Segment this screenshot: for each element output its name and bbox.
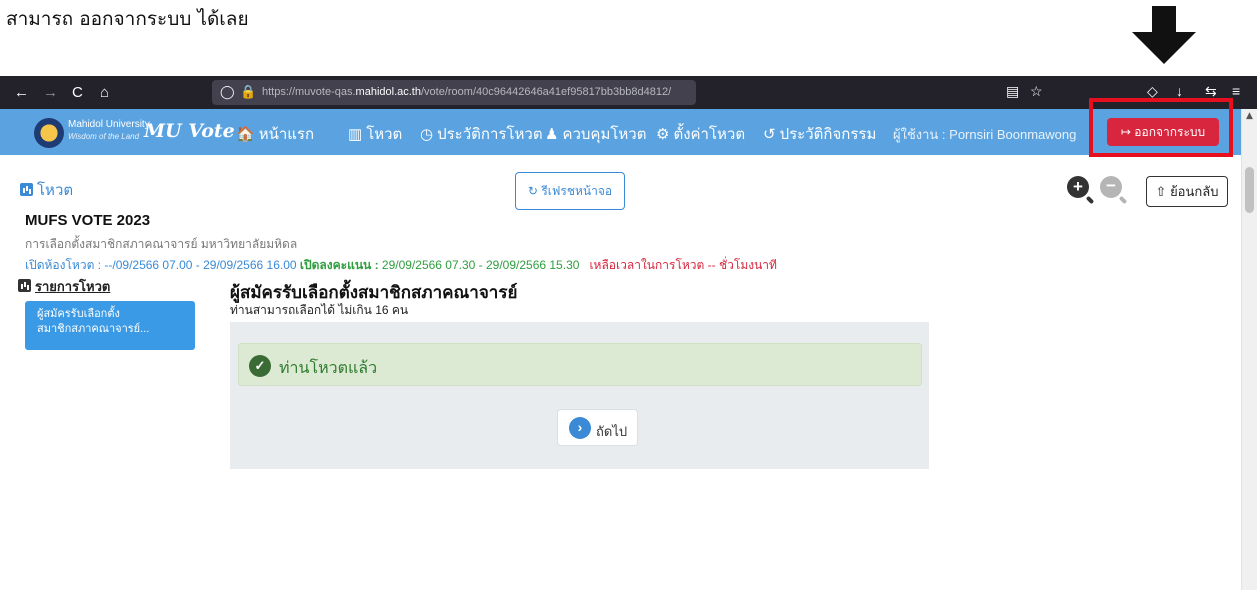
person-icon: ♟	[545, 126, 559, 143]
section-title: โหวต	[20, 178, 73, 202]
vote-list-heading: รายการโหวต	[18, 276, 110, 297]
vote-panel: ✓ ท่านโหวตแล้ว › ถัดไป	[230, 322, 929, 469]
reader-view-icon[interactable]: ▤	[1006, 83, 1019, 100]
menu-icon[interactable]: ≡	[1232, 83, 1240, 99]
url-text: https://muvote-qas.mahidol.ac.th/vote/ro…	[262, 86, 672, 98]
down-arrow-annotation	[1132, 6, 1196, 64]
home-icon: 🏠	[236, 126, 255, 143]
chart-icon	[18, 279, 31, 292]
back-button[interactable]: ⇧ ย้อนกลับ	[1146, 176, 1228, 207]
home-icon[interactable]: ⌂	[100, 84, 109, 101]
check-circle-icon: ✓	[249, 355, 271, 377]
nav-item-vote-settings[interactable]: ⚙ ตั้งค่าโหวต	[656, 122, 745, 146]
zoom-in-icon[interactable]: +	[1067, 176, 1089, 198]
candidate-limit: ท่านสามารถเลือกได้ ไม่เกิน 16 คน	[230, 303, 409, 317]
brand-logo[interactable]: MU Vote	[144, 120, 235, 142]
bookmark-star-icon[interactable]: ☆	[1030, 83, 1043, 100]
download-icon[interactable]: ↓	[1176, 83, 1183, 99]
upload-icon: ⇧	[1155, 184, 1167, 199]
logout-highlight-box	[1089, 98, 1233, 157]
users-gear-icon: ⚙	[656, 126, 670, 143]
back-arrow-icon[interactable]: ←	[14, 84, 29, 101]
chart-icon: ▥	[348, 126, 363, 143]
address-bar[interactable]: ◯ 🔒 https://muvote-qas.mahidol.ac.th/vot…	[212, 80, 696, 105]
nav-item-vote[interactable]: ▥ โหวต	[348, 122, 402, 146]
history-icon: ↺	[763, 126, 776, 143]
current-user: ผู้ใช้งาน : Pornsiri Boonmawong	[893, 127, 1077, 142]
nav-item-home[interactable]: 🏠 หน้าแรก	[236, 122, 314, 146]
refresh-button[interactable]: ↻ รีเฟรชหน้าจอ	[515, 172, 625, 210]
university-name: Mahidol University Wisdom of the Land	[68, 119, 150, 141]
vote-schedule: เปิดห้องโหวต : --/09/2566 07.00 - 29/09/…	[25, 258, 777, 272]
app-navbar: Mahidol University Wisdom of the Land MU…	[0, 109, 1241, 155]
nav-item-vote-control[interactable]: ♟ ควบคุมโหวต	[545, 122, 646, 146]
zoom-out-icon[interactable]: −	[1100, 176, 1122, 198]
page-content: โหวต ↻ รีเฟรชหน้าจอ + − ⇧ ย้อนกลับ MUFS …	[0, 155, 1241, 590]
page-scrollbar[interactable]: ▲	[1241, 109, 1257, 590]
event-subtitle: การเลือกตั้งสมาชิกสภาคณาจารย์ มหาวิทยาลั…	[25, 237, 298, 251]
browser-toolbar: ← → C ⌂ ◯ 🔒 https://muvote-qas.mahidol.a…	[0, 76, 1257, 109]
lock-icon[interactable]: 🔒	[240, 84, 256, 100]
scroll-thumb[interactable]	[1245, 167, 1254, 213]
university-logo	[34, 118, 64, 148]
forward-arrow-icon[interactable]: →	[43, 84, 58, 101]
scroll-up-icon[interactable]: ▲	[1246, 111, 1253, 121]
chevron-right-icon: ›	[569, 417, 591, 439]
next-button[interactable]: › ถัดไป	[557, 409, 638, 446]
chart-icon	[20, 183, 33, 196]
caption-text: สามารถ ออกจากระบบ ได้เลย	[6, 8, 249, 30]
refresh-icon: ↻	[527, 184, 538, 198]
shield-icon[interactable]: ◯	[220, 84, 235, 100]
clock-icon: ◷	[420, 126, 434, 143]
voted-text: ท่านโหวตแล้ว	[279, 360, 378, 377]
sidebar-item-candidates[interactable]: ผู้สมัครรับเลือกตั้ง สมาชิกสภาคณาจารย์..…	[25, 301, 195, 350]
nav-item-vote-history[interactable]: ◷ ประวัติการโหวต	[420, 122, 543, 146]
nav-item-activity-history[interactable]: ↺ ประวัติกิจกรรม	[763, 122, 876, 146]
event-name: MUFS VOTE 2023	[25, 212, 151, 229]
reload-icon[interactable]: C	[72, 84, 83, 101]
voted-alert: ✓ ท่านโหวตแล้ว	[238, 343, 922, 386]
